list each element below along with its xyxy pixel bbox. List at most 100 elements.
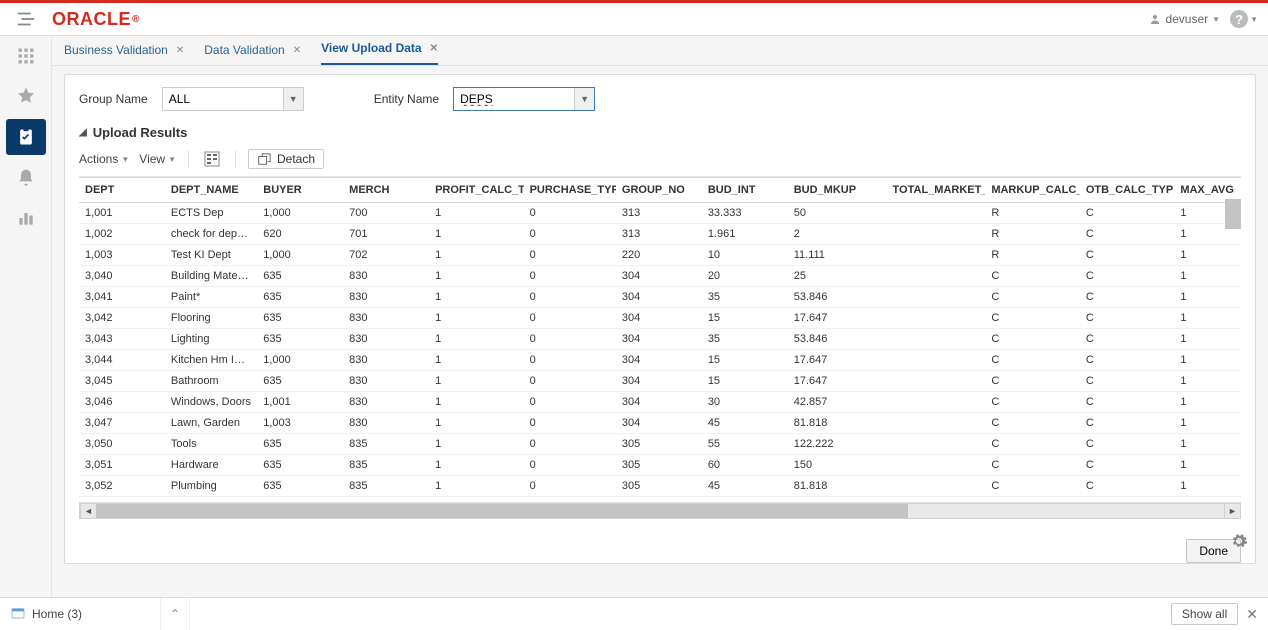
table-row[interactable]: 3,041Paint*635830103043553.846CC1: [79, 287, 1241, 308]
cell: 1,002: [79, 224, 165, 245]
nav-star-icon[interactable]: [0, 76, 52, 116]
collapse-icon[interactable]: ◢: [79, 127, 87, 138]
column-header[interactable]: TOTAL_MARKET_/: [887, 178, 986, 203]
top-bar: ORACLE® devuser ▼ ? ▼: [0, 0, 1268, 36]
cell: 45: [702, 413, 788, 434]
cell: 1: [1174, 329, 1241, 350]
taskbar-close-icon[interactable]: ✕: [1246, 606, 1258, 623]
grid-options-icon[interactable]: [201, 148, 223, 170]
column-header[interactable]: MERCH: [343, 178, 429, 203]
cell: 1,001: [79, 203, 165, 224]
user-name: devuser: [1165, 12, 1208, 26]
column-header[interactable]: PURCHASE_TYPE: [524, 178, 616, 203]
cell: 1,001: [257, 392, 343, 413]
column-header[interactable]: BUYER: [257, 178, 343, 203]
column-header[interactable]: DEPT_NAME: [165, 178, 257, 203]
column-header[interactable]: GROUP_NO: [616, 178, 702, 203]
user-menu[interactable]: devuser ▼: [1149, 12, 1220, 26]
close-icon[interactable]: ✕: [176, 45, 184, 56]
nav-apps-icon[interactable]: [0, 36, 52, 76]
cell: 620: [257, 224, 343, 245]
cell: 1.961: [702, 224, 788, 245]
taskbar-expand[interactable]: ⌃: [160, 598, 190, 630]
table-row[interactable]: 1,002check for deps v…620701103131.9612R…: [79, 224, 1241, 245]
oracle-logo: ORACLE®: [52, 9, 140, 30]
cell: 3,047: [79, 413, 165, 434]
cell: [887, 476, 986, 497]
cell: [887, 287, 986, 308]
chevron-down-icon[interactable]: ▼: [283, 88, 303, 110]
table-row[interactable]: 3,042Flooring635830103041517.647CC1: [79, 308, 1241, 329]
taskbar: Home (3) ⌃ Show all ✕: [0, 597, 1268, 630]
cell: C: [1080, 329, 1175, 350]
show-all-button[interactable]: Show all: [1171, 603, 1238, 625]
cell: Flooring: [165, 308, 257, 329]
tab-data-validation[interactable]: Data Validation✕: [204, 37, 301, 65]
group-name-input[interactable]: [163, 88, 283, 110]
cell: 835: [343, 476, 429, 497]
column-header[interactable]: MARKUP_CALC_T: [985, 178, 1080, 203]
scrollbar-thumb[interactable]: [96, 504, 908, 518]
tab-business-validation[interactable]: Business Validation✕: [64, 37, 184, 65]
detach-button[interactable]: Detach: [248, 149, 324, 169]
column-header[interactable]: OTB_CALC_TYPE: [1080, 178, 1175, 203]
table-row[interactable]: 3,044Kitchen Hm Imp …1,000830103041517.6…: [79, 350, 1241, 371]
cell: 81.818: [788, 476, 887, 497]
table-row[interactable]: 3,045Bathroom635830103041517.647CC1: [79, 371, 1241, 392]
chevron-up-icon: ⌃: [170, 607, 180, 621]
scroll-left-icon[interactable]: ◄: [80, 504, 96, 518]
table-row[interactable]: 3,050Tools6358351030555122.222CC1: [79, 434, 1241, 455]
table-row[interactable]: 3,046Windows, Doors1,001830103043042.857…: [79, 392, 1241, 413]
cell: R: [985, 203, 1080, 224]
cell: 304: [616, 350, 702, 371]
cell: 3,041: [79, 287, 165, 308]
table-row[interactable]: 1,001ECTS Dep1,0007001031333.33350RC1: [79, 203, 1241, 224]
table-row[interactable]: 3,043Lighting635830103043553.846CC1: [79, 329, 1241, 350]
taskbar-home[interactable]: Home (3): [10, 606, 160, 622]
tab-view-upload-data[interactable]: View Upload Data ✕: [321, 36, 438, 65]
close-icon[interactable]: ✕: [430, 43, 438, 54]
column-header[interactable]: BUD_MKUP: [788, 178, 887, 203]
cell: 30: [702, 392, 788, 413]
cell: 313: [616, 224, 702, 245]
cell: Kitchen Hm Imp …: [165, 350, 257, 371]
scroll-right-icon[interactable]: ►: [1224, 504, 1240, 518]
entity-name-combo[interactable]: ▼: [453, 87, 595, 111]
actions-label: Actions: [79, 152, 118, 166]
column-header[interactable]: DEPT: [79, 178, 165, 203]
cell: 635: [257, 329, 343, 350]
nav-bell-icon[interactable]: [0, 158, 52, 198]
help-menu[interactable]: ? ▼: [1230, 10, 1258, 28]
main-region: Business Validation✕ Data Validation✕ Vi…: [52, 36, 1268, 597]
horizontal-scrollbar[interactable]: ◄ ►: [79, 503, 1241, 519]
vertical-scrollbar-thumb[interactable]: [1225, 199, 1241, 229]
menu-toggle-icon[interactable]: [0, 8, 52, 30]
cell: 15: [702, 308, 788, 329]
cell: 0: [524, 287, 616, 308]
column-header[interactable]: PROFIT_CALC_TY: [429, 178, 524, 203]
cell: [887, 203, 986, 224]
table-row[interactable]: 1,003Test KI Dept1,000702102201011.111RC…: [79, 245, 1241, 266]
view-menu[interactable]: View ▼: [139, 152, 176, 166]
cell: 1: [429, 392, 524, 413]
tab-label: View Upload Data: [321, 41, 421, 55]
chevron-down-icon[interactable]: ▼: [574, 88, 594, 110]
actions-menu[interactable]: Actions ▼: [79, 152, 129, 166]
cell: C: [985, 266, 1080, 287]
close-icon[interactable]: ✕: [293, 45, 301, 56]
nav-tasks-icon[interactable]: [6, 119, 46, 155]
table-row[interactable]: 3,040Building Materials635830103042025CC…: [79, 266, 1241, 287]
cell: 0: [524, 308, 616, 329]
column-header[interactable]: BUD_INT: [702, 178, 788, 203]
cell: 55: [702, 434, 788, 455]
table-row[interactable]: 3,047Lawn, Garden1,003830103044581.818CC…: [79, 413, 1241, 434]
cell: 1: [1174, 434, 1241, 455]
nav-reports-icon[interactable]: [0, 198, 52, 238]
entity-name-input[interactable]: [454, 88, 574, 110]
table-row[interactable]: 3,052Plumbing635835103054581.818CC1: [79, 476, 1241, 497]
cell: 3,045: [79, 371, 165, 392]
group-name-combo[interactable]: ▼: [162, 87, 304, 111]
settings-icon[interactable]: [1230, 532, 1248, 553]
table-row[interactable]: 3,051Hardware6358351030560150CC1: [79, 455, 1241, 476]
cell: Building Materials: [165, 266, 257, 287]
